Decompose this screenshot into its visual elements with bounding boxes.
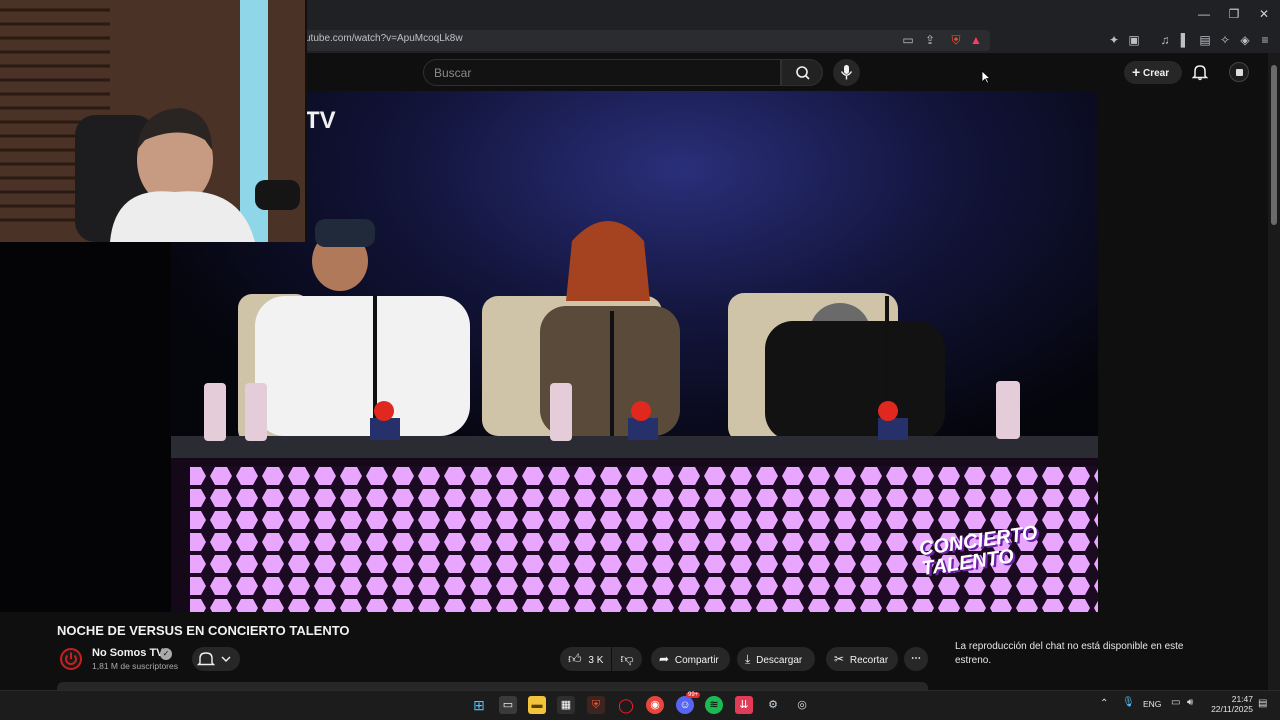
channel-avatar[interactable] [60,648,82,670]
chevron-up-icon[interactable]: ⌃ [1100,698,1108,709]
media-icon[interactable]: ♫ [1157,32,1173,48]
clip-button[interactable]: ✂ Recortar [826,647,898,671]
clip-label: Recortar [849,655,889,666]
system-clock[interactable]: 21:47 22/11/2025 [1205,694,1253,714]
file-explorer-icon[interactable]: ▬ [528,696,546,714]
video-title: NOCHE DE VERSUS EN CONCIERTO TALENTO [57,623,350,638]
volume-icon[interactable]: 🔊︎ [1187,697,1193,708]
minimize-button[interactable]: — [1189,4,1219,24]
scrollbar-thumb[interactable] [1271,65,1277,225]
channel-watermark: TV [305,107,336,134]
vpn-icon[interactable]: ◈ [1237,32,1253,48]
leo-ai-icon[interactable]: ✧ [1217,32,1233,48]
webcam-overlay [0,0,307,242]
opera-icon[interactable]: ◯ [617,696,635,714]
download-label: Descargar [756,655,803,666]
account-avatar[interactable] [1229,62,1249,82]
search-button[interactable] [781,59,823,86]
create-button[interactable]: + Crear [1124,61,1182,84]
create-label: Crear [1142,68,1170,79]
wallet-icon[interactable]: ▤ [1197,32,1213,48]
network-icon[interactable]: ▭ [1171,697,1180,708]
task-view-icon[interactable]: ▭ [499,696,517,714]
subscription-bell-button[interactable] [192,647,240,671]
verified-icon: ✓ [160,648,172,660]
share-icon: ➦ [659,652,670,666]
app-icon[interactable]: ⇊ [735,696,753,714]
bell-icon [196,652,231,666]
share-button[interactable]: ➦ Compartir [651,647,730,671]
bell-icon [1191,65,1209,81]
brave-browser-icon[interactable]: ⛨ [587,696,605,714]
dislike-button[interactable]: 👎︎ [612,647,642,671]
clock-date: 22/11/2025 [1211,704,1253,714]
close-button[interactable]: ✕ [1249,4,1279,24]
discord-icon[interactable]: ☺ [676,696,694,714]
thumbs-up-icon: 👍︎ [568,651,582,666]
microphone-icon [840,65,853,80]
like-count: 3 K [588,655,604,666]
clock-time: 21:47 [1231,694,1253,704]
scissors-icon: ✂ [834,652,845,666]
more-icon: ⋯ [911,653,921,664]
webcam-feed [0,0,305,242]
side-panel [1098,91,1268,612]
steam-icon[interactable]: ⚙ [764,696,782,714]
download-button[interactable]: ⤓ Descargar [737,647,815,671]
thumbs-down-icon: 👎︎ [620,651,634,666]
profile-picture [1236,69,1243,76]
search-placeholder: Buscar [434,66,472,80]
subscriber-count: 1,81 M de suscriptores [92,661,178,671]
like-button[interactable]: 👍︎ 3 K [560,647,611,671]
notifications-button[interactable] [1191,63,1209,81]
download-icon: ⤓ [745,652,751,666]
language-indicator[interactable]: ENG [1143,699,1161,709]
search-input[interactable] [423,59,781,86]
extensions-icon[interactable]: ✦ [1106,32,1122,48]
brave-shields-icon[interactable]: ⛨ [948,32,964,48]
taskbar [0,690,1280,720]
search-icon [796,66,810,80]
obs-icon[interactable]: ◎ [793,696,811,714]
screenshot-icon[interactable]: ▣ [1126,32,1142,48]
discord-badge: 99+ [686,692,701,698]
menu-icon[interactable]: ≡ [1257,32,1273,48]
notification-center-icon[interactable]: ▤ [1258,698,1267,709]
more-actions-button[interactable]: ⋯ [904,647,928,671]
cast-icon[interactable]: ▭ [900,32,916,48]
microphone-tray-icon[interactable]: 🎙︎ [1122,697,1135,708]
restore-button[interactable]: ❐ [1219,4,1249,24]
spotify-icon[interactable]: ≋ [705,696,723,714]
power-icon [65,652,77,665]
voice-search-button[interactable] [833,59,860,86]
share-page-icon[interactable]: ⇪ [922,32,938,48]
chevron-down-icon [221,656,231,662]
channel-name[interactable]: No Somos TV [92,647,164,659]
brave-rewards-icon[interactable]: ▲ [968,32,984,48]
plus-icon: + [1132,64,1141,80]
chat-unavailable-message: La reproducción del chat no está disponi… [955,641,1184,666]
start-icon[interactable]: ⊞ [470,696,488,714]
chrome-icon[interactable]: ◉ [646,696,664,714]
sidebar-icon[interactable]: ▌ [1177,32,1193,48]
url-text[interactable]: utube.com/watch?v=ApuMcoqLk8w [305,33,463,44]
share-label: Compartir [674,655,719,666]
mouse-cursor [981,70,991,84]
store-icon[interactable]: ▦ [557,696,575,714]
